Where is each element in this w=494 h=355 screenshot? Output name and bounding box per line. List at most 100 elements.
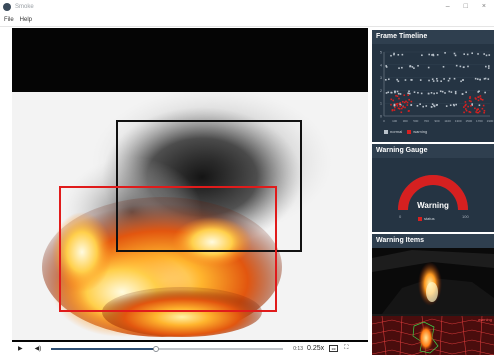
menu-help[interactable]: Help xyxy=(20,17,32,23)
timeline-marker-normal xyxy=(397,53,400,56)
timeline-marker-warning xyxy=(398,97,400,100)
timeline-marker-warning xyxy=(464,104,466,107)
volume-icon[interactable]: ◀) xyxy=(35,345,42,352)
minimize-icon[interactable]: – xyxy=(446,2,450,12)
timeline-marker-normal xyxy=(385,65,387,67)
gauge-legend: status xyxy=(418,216,435,221)
timeline-marker-normal xyxy=(442,65,445,68)
timeline-marker-normal xyxy=(445,105,448,107)
timeline-marker-normal xyxy=(396,90,399,93)
warning-gauge: 0 100 Warning status xyxy=(372,158,494,232)
play-icon[interactable]: ▶ xyxy=(18,345,23,352)
speed-button[interactable]: 0.25x xyxy=(307,345,324,352)
timeline-marker-normal xyxy=(463,53,466,55)
timeline-marker-warning xyxy=(406,101,409,104)
timeline-marker-normal xyxy=(417,64,419,67)
timeline-marker-warning xyxy=(396,95,399,97)
timeline-marker-normal xyxy=(460,80,462,83)
timeline-x-tick: 1100 xyxy=(444,119,451,123)
timeline-marker-warning xyxy=(399,102,402,104)
timeline-marker-normal xyxy=(419,79,422,81)
gauge-min-label: 0 xyxy=(399,214,402,219)
timeline-marker-normal xyxy=(467,65,469,68)
menu-file[interactable]: File xyxy=(4,17,14,23)
timeline-marker-normal xyxy=(443,78,445,80)
timeline-marker-normal xyxy=(393,52,395,55)
timeline-marker-normal xyxy=(398,67,400,69)
timeline-marker-warning xyxy=(410,100,413,103)
timeline-marker-normal xyxy=(408,92,411,95)
timeline-marker-normal xyxy=(419,103,421,105)
side-panel: Frame Timeline 5 4 3 2 1 0 0 100 300 500 700 900 110… xyxy=(372,28,494,355)
timeline-marker-warning xyxy=(467,105,469,108)
timeline-marker-normal xyxy=(431,54,433,56)
timeline-y-tick: 4 xyxy=(380,63,382,67)
timeline-marker-warning xyxy=(403,101,406,104)
timeline-marker-normal xyxy=(428,53,430,56)
close-icon[interactable]: × xyxy=(482,2,486,12)
seek-handle[interactable] xyxy=(152,345,159,352)
maximize-icon[interactable]: □ xyxy=(464,2,468,12)
timeline-marker-normal xyxy=(420,92,423,95)
timeline-marker-normal xyxy=(427,92,430,95)
timeline-marker-warning xyxy=(408,98,410,101)
timeline-marker-normal xyxy=(455,103,457,106)
time-display: 0:13 xyxy=(293,345,303,352)
timeline-marker-warning xyxy=(404,106,406,109)
warning-item-thumbnail[interactable] xyxy=(372,248,494,314)
timeline-marker-warning xyxy=(399,105,401,107)
timeline-marker-normal xyxy=(477,53,479,55)
warning-item-tag: warning xyxy=(477,317,492,322)
timeline-marker-normal xyxy=(410,104,413,106)
timeline-marker-normal xyxy=(397,80,400,83)
window-title: Smoke xyxy=(15,4,34,10)
timeline-marker-normal xyxy=(431,78,434,80)
fullscreen-icon[interactable]: ⛶ xyxy=(344,345,348,352)
timeline-marker-normal xyxy=(421,54,423,57)
timeline-marker-warning xyxy=(400,111,403,114)
timeline-marker-warning xyxy=(397,107,400,110)
timeline-x-tick: 700 xyxy=(424,119,429,123)
timeline-marker-normal xyxy=(488,54,491,56)
timeline-marker-normal xyxy=(411,79,413,81)
timeline-marker-normal xyxy=(401,66,403,69)
timeline-marker-normal xyxy=(452,103,455,106)
timeline-marker-normal xyxy=(444,92,446,94)
legend-normal-label: normal xyxy=(390,129,403,134)
timeline-marker-warning xyxy=(464,101,467,103)
timeline-marker-warning xyxy=(482,104,485,107)
timeline-marker-normal xyxy=(462,79,464,81)
timeline-marker-normal xyxy=(413,67,415,69)
timeline-marker-normal xyxy=(439,90,442,93)
timeline-marker-warning xyxy=(477,99,480,102)
timeline-marker-normal xyxy=(453,77,456,80)
timeline-marker-normal xyxy=(453,52,456,55)
warning-item-thumbnail[interactable]: warning xyxy=(372,316,494,355)
items-header: Warning Items xyxy=(372,234,494,248)
timeline-x-tick: 1700 xyxy=(476,119,483,123)
video-player[interactable] xyxy=(12,28,368,342)
timeline-x-tick: 900 xyxy=(434,119,439,123)
timeline-marker-normal xyxy=(436,77,438,80)
timeline-marker-normal xyxy=(388,78,390,81)
timeline-marker-normal xyxy=(397,92,400,95)
timeline-marker-normal xyxy=(433,104,435,107)
video-frame xyxy=(12,92,368,340)
captions-icon[interactable]: cc xyxy=(329,345,339,352)
timeline-marker-normal xyxy=(454,92,457,95)
timeline-marker-warning xyxy=(470,100,472,103)
legend-warning-label: warning xyxy=(413,129,428,134)
timeline-marker-normal xyxy=(428,79,430,82)
seek-slider[interactable] xyxy=(51,345,284,352)
timeline-marker-warning xyxy=(474,97,477,99)
timeline-marker-warning xyxy=(392,99,394,102)
timeline-marker-warning xyxy=(390,103,392,106)
menu-bar: File Help xyxy=(0,14,494,27)
timeline-marker-normal xyxy=(404,79,407,81)
timeline-marker-warning xyxy=(479,97,482,100)
timeline-marker-normal xyxy=(390,91,393,94)
timeline-marker-normal xyxy=(488,65,490,67)
timeline-marker-normal xyxy=(440,80,442,83)
app-icon xyxy=(3,3,11,11)
timeline-marker-normal xyxy=(454,90,457,93)
